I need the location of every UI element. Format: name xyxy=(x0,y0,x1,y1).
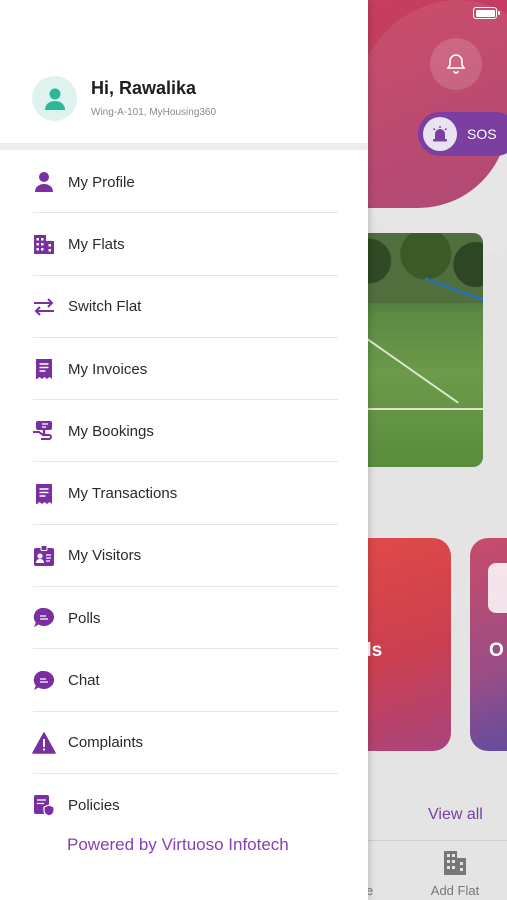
menu-item-label: Chat xyxy=(68,672,100,690)
avatar[interactable] xyxy=(32,76,77,121)
invoice-icon xyxy=(31,356,57,382)
menu-item-label: Complaints xyxy=(68,734,144,752)
switch-arrows-icon xyxy=(31,294,57,320)
menu-item-my-transactions[interactable]: My Transactions xyxy=(0,462,368,526)
menu-item-my-flats[interactable]: My Flats xyxy=(0,213,368,276)
menu-item-my-visitors[interactable]: My Visitors xyxy=(0,525,368,588)
profile-header[interactable]: Hi, Rawalika Wing-A-101, MyHousing360 xyxy=(0,0,368,150)
flat-subtitle: Wing-A-101, MyHousing360 xyxy=(91,107,217,118)
menu-item-label: Policies xyxy=(68,796,120,814)
sos-button[interactable]: SOS xyxy=(418,112,507,156)
menu-item-complaints[interactable]: Complaints xyxy=(0,712,368,775)
menu-item-polls[interactable]: Polls xyxy=(0,587,368,650)
siren-icon xyxy=(423,117,457,151)
building-icon xyxy=(444,851,466,875)
feature-card-icon xyxy=(488,563,507,613)
feature-card[interactable]: O xyxy=(470,538,507,751)
navigation-drawer: Hi, Rawalika Wing-A-101, MyHousing360 My… xyxy=(0,0,368,900)
menu-item-label: My Invoices xyxy=(68,360,148,378)
menu-item-my-invoices[interactable]: My Invoices xyxy=(0,338,368,401)
menu-item-label: My Visitors xyxy=(68,547,142,565)
menu-item-my-bookings[interactable]: My Bookings xyxy=(0,400,368,463)
menu-item-switch-flat[interactable]: Switch Flat xyxy=(0,276,368,339)
menu-item-label: My Flats xyxy=(68,235,125,253)
sos-label: SOS xyxy=(467,126,497,142)
menu-item-label: Switch Flat xyxy=(68,298,142,316)
tab-add-flat-label: Add Flat xyxy=(430,883,480,898)
visitor-badge-icon xyxy=(31,543,57,569)
user-icon xyxy=(44,88,65,110)
notification-bell-icon[interactable] xyxy=(430,38,482,90)
person-icon xyxy=(31,169,57,195)
building-icon xyxy=(31,231,57,257)
menu-item-my-profile[interactable]: My Profile xyxy=(0,151,368,214)
tab-add-flat[interactable]: Add Flat xyxy=(420,848,490,898)
battery-icon xyxy=(473,7,500,19)
greeting-text: Hi, Rawalika xyxy=(91,78,197,98)
feature-card-label: O xyxy=(489,640,504,661)
chat-bubble-icon xyxy=(31,605,57,631)
menu-item-chat[interactable]: Chat xyxy=(0,649,368,712)
view-all-link[interactable]: View all xyxy=(428,806,483,824)
menu-item-label: My Transactions xyxy=(68,485,178,503)
powered-by-text: Powered by Virtuoso Infotech xyxy=(67,835,289,854)
menu-item-label: My Bookings xyxy=(68,422,154,440)
drawer-menu: My Profile My Flats Switch Flat My Invoi… xyxy=(0,151,368,836)
menu-item-label: Polls xyxy=(68,609,101,627)
warning-icon xyxy=(31,730,57,756)
policy-shield-icon xyxy=(31,792,57,818)
menu-item-label: My Profile xyxy=(68,173,135,191)
chat-bubble-icon xyxy=(31,668,57,694)
receipt-icon xyxy=(31,481,57,507)
booking-hand-icon xyxy=(31,418,57,444)
menu-item-policies[interactable]: Policies xyxy=(0,774,368,836)
